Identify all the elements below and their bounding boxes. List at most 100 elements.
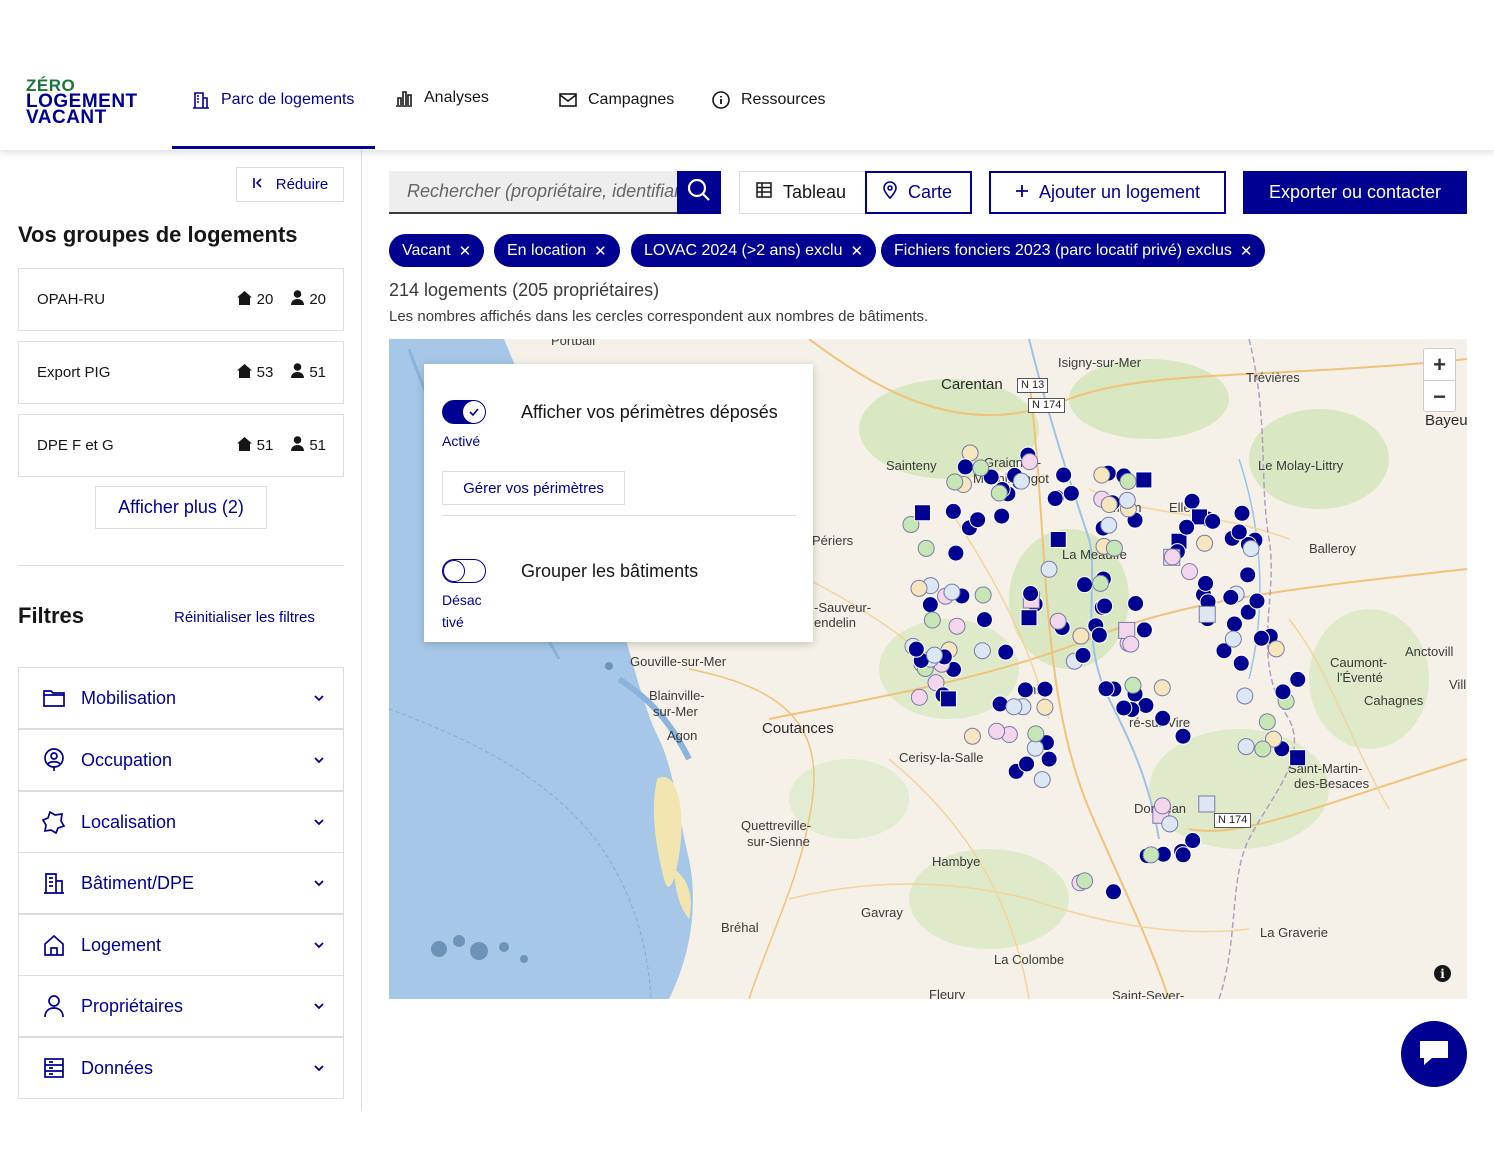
housing-marker[interactable] — [1154, 797, 1172, 815]
group-buildings-toggle[interactable] — [442, 559, 486, 583]
housing-marker[interactable] — [1184, 832, 1202, 850]
export-contact-button[interactable]: Exporter ou contacter — [1243, 171, 1467, 214]
housing-marker[interactable] — [1018, 755, 1036, 773]
housing-marker[interactable] — [1254, 740, 1272, 758]
housing-marker[interactable] — [1040, 750, 1058, 768]
housing-marker[interactable] — [1005, 698, 1023, 716]
housing-marker[interactable] — [1021, 453, 1039, 471]
housing-marker[interactable] — [939, 690, 957, 708]
housing-marker[interactable] — [907, 640, 925, 658]
housing-marker[interactable] — [991, 695, 1009, 713]
housing-marker[interactable] — [946, 473, 964, 491]
housing-marker[interactable] — [1097, 680, 1115, 698]
attribution-info-button[interactable]: i — [1434, 965, 1451, 982]
housing-marker[interactable] — [969, 511, 987, 529]
housing-marker[interactable] — [1012, 472, 1030, 490]
housing-marker[interactable] — [956, 458, 974, 476]
reduce-sidebar-button[interactable]: Réduire — [236, 167, 344, 202]
housing-marker[interactable] — [963, 727, 981, 745]
housing-marker[interactable] — [1105, 539, 1123, 557]
filter-mobilisation[interactable]: Mobilisation — [18, 667, 344, 729]
housing-marker[interactable] — [1046, 490, 1064, 508]
zoom-out-button[interactable]: − — [1424, 381, 1455, 413]
housing-marker[interactable] — [1289, 670, 1307, 688]
housing-marker[interactable] — [925, 646, 943, 664]
perimeters-toggle[interactable] — [442, 400, 486, 424]
housing-marker[interactable] — [1153, 679, 1171, 697]
housing-marker[interactable] — [1178, 518, 1196, 536]
housing-marker[interactable] — [1161, 815, 1179, 833]
filter-localisation[interactable]: Localisation — [18, 791, 344, 853]
housing-marker[interactable] — [1119, 472, 1137, 490]
housing-marker[interactable] — [947, 544, 965, 562]
filter-donnees[interactable]: Données — [18, 1037, 344, 1099]
housing-marker[interactable] — [1142, 846, 1160, 864]
housing-marker[interactable] — [1230, 523, 1248, 541]
housing-marker[interactable] — [1204, 512, 1222, 530]
housing-marker[interactable] — [1076, 576, 1094, 594]
housing-marker[interactable] — [988, 722, 1006, 740]
housing-marker[interactable] — [1154, 709, 1172, 727]
nav-ressources[interactable]: Ressources — [711, 90, 825, 110]
housing-marker[interactable] — [1074, 646, 1092, 664]
housing-marker[interactable] — [1197, 574, 1215, 592]
housing-marker[interactable] — [1022, 585, 1040, 603]
show-more-groups-button[interactable]: Afficher plus (2) — [95, 486, 267, 529]
filter-tag-fichiers-fonciers[interactable]: Fichiers fonciers 2023 (parc locatif pri… — [881, 234, 1266, 267]
housing-marker[interactable] — [910, 688, 928, 706]
housing-marker[interactable] — [1036, 698, 1054, 716]
housing-marker[interactable] — [923, 611, 941, 629]
housing-marker[interactable] — [921, 596, 939, 614]
filter-batiment-dpe[interactable]: Bâtiment/DPE — [18, 852, 344, 914]
housing-marker[interactable] — [1049, 612, 1067, 630]
housing-marker[interactable] — [943, 583, 961, 601]
search-input[interactable]: Rechercher (propriétaire, identifiant fi… — [389, 171, 677, 214]
close-icon[interactable]: ✕ — [1240, 242, 1253, 260]
housing-marker[interactable] — [973, 642, 991, 660]
housing-marker[interactable] — [1183, 492, 1201, 510]
housing-marker[interactable] — [1248, 592, 1266, 610]
zoom-in-button[interactable]: + — [1424, 349, 1455, 381]
group-card-export-pig[interactable]: Export PIG 53 51 — [18, 341, 344, 404]
housing-marker[interactable] — [1104, 883, 1122, 901]
housing-marker[interactable] — [1267, 640, 1285, 658]
housing-marker[interactable] — [1224, 630, 1242, 648]
housing-marker[interactable] — [948, 617, 966, 635]
housing-marker[interactable] — [1174, 846, 1192, 864]
housing-marker[interactable] — [1026, 739, 1044, 757]
housing-marker[interactable] — [1135, 471, 1153, 489]
filter-tag-lovac[interactable]: LOVAC 2024 (>2 ans) exclu ✕ — [631, 234, 877, 267]
add-housing-button[interactable]: Ajouter un logement — [989, 171, 1226, 214]
nav-analyses[interactable]: Analyses — [394, 88, 489, 108]
housing-marker[interactable] — [1163, 548, 1181, 566]
housing-marker[interactable] — [997, 643, 1015, 661]
close-icon[interactable]: ✕ — [594, 242, 607, 260]
filter-logement[interactable]: Logement — [18, 914, 344, 976]
housing-marker[interactable] — [1236, 687, 1254, 705]
housing-marker[interactable] — [1016, 681, 1034, 699]
housing-marker[interactable] — [1020, 609, 1038, 627]
housing-marker[interactable] — [1233, 504, 1251, 522]
housing-marker[interactable] — [975, 611, 993, 629]
housing-marker[interactable] — [1076, 872, 1094, 890]
housing-marker[interactable] — [1127, 594, 1145, 612]
logo[interactable]: ZÉRO LOGEMENT VACANT — [26, 77, 138, 127]
housing-marker[interactable] — [990, 484, 1008, 502]
filter-proprietaires[interactable]: Propriétaires — [18, 975, 344, 1037]
housing-marker[interactable] — [1118, 491, 1136, 509]
filter-tag-vacant[interactable]: Vacant ✕ — [389, 234, 485, 267]
filter-occupation[interactable]: Occupation — [18, 729, 344, 791]
housing-marker[interactable] — [944, 502, 962, 520]
housing-marker[interactable] — [1090, 626, 1108, 644]
nav-parc-de-logements[interactable]: Parc de logements — [191, 90, 354, 110]
housing-marker[interactable] — [1115, 699, 1133, 717]
nav-campagnes[interactable]: Campagnes — [558, 90, 674, 110]
housing-marker[interactable] — [1174, 727, 1192, 745]
housing-marker[interactable] — [972, 459, 990, 477]
housing-marker[interactable] — [1242, 540, 1260, 558]
housing-marker[interactable] — [913, 504, 931, 522]
housing-marker[interactable] — [1198, 795, 1216, 813]
reset-filters-link[interactable]: Réinitialiser les filtres — [174, 609, 315, 626]
housing-marker[interactable] — [1096, 597, 1114, 615]
close-icon[interactable]: ✕ — [459, 242, 472, 260]
